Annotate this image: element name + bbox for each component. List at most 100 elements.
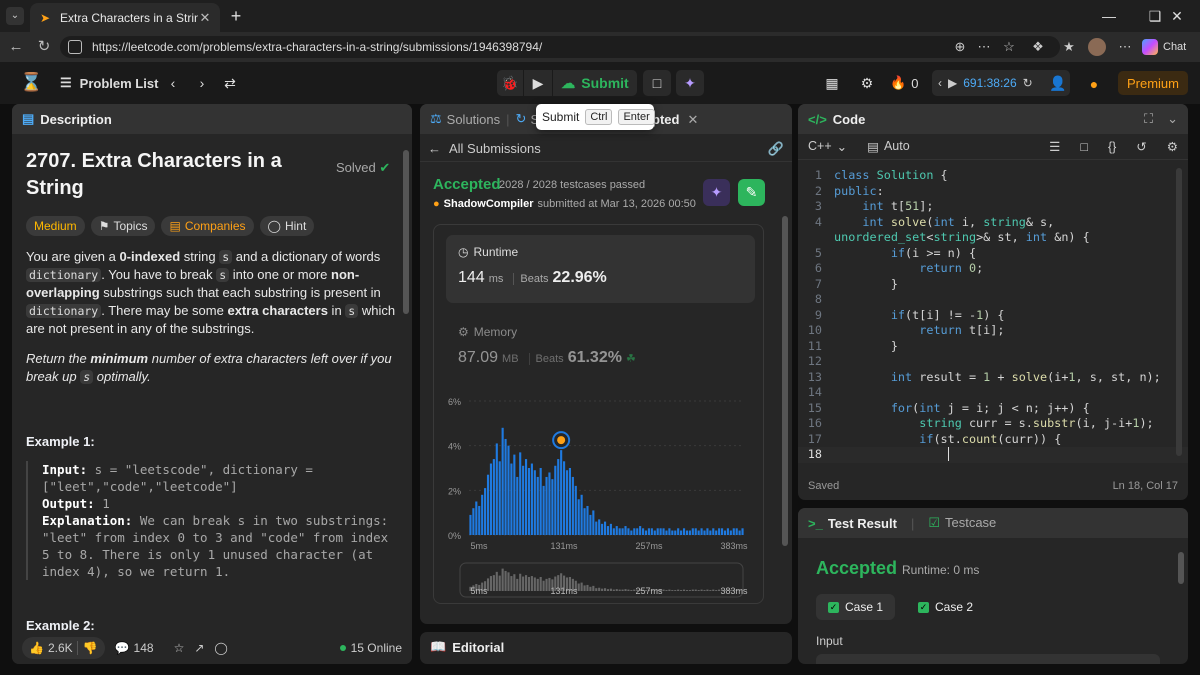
mode-select[interactable]: ▤ Auto — [867, 139, 910, 154]
shuffle-icon[interactable]: ⇄ — [220, 70, 240, 96]
histogram-bar[interactable] — [522, 465, 525, 535]
histogram-bar[interactable] — [642, 528, 645, 535]
histogram-bar[interactable] — [510, 463, 513, 535]
histogram-bar[interactable] — [682, 528, 686, 535]
user-avatar[interactable]: ● — [1084, 71, 1104, 97]
thumbs-down-icon[interactable]: 👎 — [76, 641, 98, 655]
code-line[interactable]: 1 class Solution { — [798, 168, 1188, 184]
histogram-bar[interactable] — [697, 530, 700, 535]
histogram-bar[interactable] — [639, 526, 642, 535]
histogram-bar[interactable] — [568, 468, 571, 535]
code-line[interactable]: 10 return t[i]; — [798, 323, 1188, 339]
histogram-bar[interactable] — [571, 476, 574, 535]
code-line[interactable]: 15 for(int j = i; j < n; j++) { — [798, 401, 1188, 417]
debug-button[interactable]: 🐞 — [497, 70, 523, 96]
histogram-bar[interactable] — [469, 514, 472, 535]
histogram-bar[interactable] — [647, 528, 650, 535]
code-line[interactable]: unordered_set < string >& st, int &n) { — [798, 230, 1188, 246]
submit-button[interactable]: ☁ Submit — [553, 70, 637, 96]
profile-avatar[interactable] — [1088, 38, 1106, 56]
histogram-bar[interactable] — [527, 468, 531, 535]
code-tab[interactable]: </> Code ⛶ ⌄ — [798, 104, 1188, 134]
histogram-bar[interactable] — [726, 528, 729, 535]
reset-icon[interactable]: ↺ — [1136, 139, 1146, 154]
site-info-icon[interactable] — [68, 40, 82, 54]
histogram-bar[interactable] — [533, 470, 536, 535]
runtime-box[interactable]: ◷ Runtime 144 ms Beats 22.96% — [446, 235, 755, 303]
histogram-bar[interactable] — [601, 523, 604, 535]
code-editor[interactable]: 1 class Solution {2 public:3 int t[51]; 4 i… — [798, 168, 1188, 468]
histogram-bar[interactable] — [539, 468, 542, 535]
code-line[interactable]: 7 } — [798, 277, 1188, 293]
histogram-bar[interactable] — [688, 530, 691, 535]
histogram-bar[interactable] — [644, 530, 648, 535]
histogram-bar[interactable] — [700, 528, 703, 535]
histogram-bar[interactable] — [668, 528, 671, 535]
histogram-bar[interactable] — [609, 523, 612, 535]
problem-title[interactable]: 2707. Extra Characters in a String — [26, 148, 326, 202]
more-icon[interactable]: ⋯ — [976, 39, 992, 55]
histogram-bar[interactable] — [501, 427, 504, 535]
histogram-bar[interactable] — [560, 450, 563, 535]
description-scrollbar[interactable] — [403, 150, 409, 314]
histogram-bar[interactable] — [691, 528, 694, 535]
accepted-tab[interactable]: pted ✕ — [652, 112, 698, 128]
code-line[interactable]: 9 if (t[i] != -1) { — [798, 308, 1188, 324]
test-scrollbar[interactable] — [1178, 552, 1184, 584]
histogram-bar[interactable] — [723, 530, 727, 535]
copilot-chat-button[interactable]: Chat — [1142, 38, 1186, 56]
solutions-tab[interactable]: ⚖ Solutions — [430, 111, 500, 127]
format-icon[interactable]: ☰ — [1049, 139, 1060, 154]
histogram-bar[interactable] — [680, 530, 683, 535]
favorites-icon[interactable]: ★ — [1061, 39, 1077, 55]
companies-tag[interactable]: ▤ Companies — [161, 216, 254, 236]
histogram-bar[interactable] — [595, 521, 598, 535]
histogram-bar[interactable] — [735, 528, 738, 535]
leetcode-logo-icon[interactable]: ⌛ — [20, 72, 42, 94]
new-tab-button[interactable]: + — [226, 6, 246, 26]
histogram-bar[interactable] — [709, 530, 712, 535]
extensions-icon[interactable]: ❖ — [1030, 39, 1046, 55]
histogram-bar[interactable] — [612, 528, 615, 535]
code-line[interactable]: 8 — [798, 292, 1188, 308]
histogram-bar[interactable] — [565, 470, 569, 535]
premium-button[interactable]: Premium — [1118, 71, 1188, 95]
histogram-bar[interactable] — [729, 530, 732, 535]
back-icon[interactable]: ← — [6, 38, 26, 56]
histogram-bar[interactable] — [484, 488, 487, 535]
code-line[interactable]: 11 } — [798, 339, 1188, 355]
histogram-bar[interactable] — [563, 461, 566, 535]
histogram-bar[interactable] — [548, 472, 551, 535]
add-user-icon[interactable]: 👤 — [1048, 70, 1068, 96]
hint-tag[interactable]: ◯ Hint — [259, 216, 315, 236]
layout-icon[interactable]: ▦ — [822, 70, 842, 96]
testcase-tab[interactable]: ☑ Testcase — [928, 515, 996, 531]
histogram-bar[interactable] — [656, 528, 659, 535]
input-value-box[interactable] — [816, 654, 1160, 664]
star-icon[interactable]: ☆ — [174, 641, 185, 655]
histogram-bar[interactable] — [677, 528, 680, 535]
code-settings-icon[interactable]: ⚙ — [1167, 139, 1178, 154]
histogram-bar[interactable] — [536, 476, 539, 535]
code-line[interactable]: 5 if (i >= n) { — [798, 246, 1188, 262]
settings-gear-icon[interactable]: ⚙ — [857, 70, 877, 96]
code-line[interactable]: 14 — [798, 385, 1188, 401]
histogram-bar[interactable] — [741, 528, 744, 535]
difficulty-badge[interactable]: Medium — [26, 216, 85, 236]
previous-problem-icon[interactable]: ‹ — [164, 70, 182, 96]
histogram-bar[interactable] — [662, 528, 665, 535]
histogram-bar[interactable] — [624, 526, 627, 535]
fullscreen-icon[interactable]: ⛶ — [1144, 111, 1153, 127]
histogram-bar[interactable] — [554, 465, 557, 535]
submissions-scrollbar[interactable] — [782, 216, 788, 546]
histogram-bar[interactable] — [694, 528, 697, 535]
all-submissions-link[interactable]: ← All Submissions 🔗 — [420, 136, 792, 162]
author-name[interactable]: ShadowCompiler — [444, 198, 534, 210]
histogram-bar[interactable] — [519, 452, 522, 535]
code-line[interactable]: 3 int t[51]; — [798, 199, 1188, 215]
case-2-tab[interactable]: ✓ Case 2 — [906, 594, 985, 620]
histogram-bar[interactable] — [665, 530, 668, 535]
histogram-bar[interactable] — [516, 476, 519, 535]
histogram-bar[interactable] — [720, 528, 724, 535]
notes-button[interactable]: □ — [643, 70, 671, 96]
